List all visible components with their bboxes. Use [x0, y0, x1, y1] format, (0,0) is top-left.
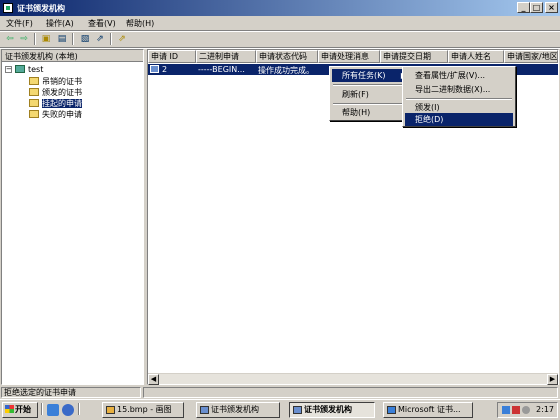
status-bar: 拒绝选定的证书申请 [0, 386, 560, 399]
menu-separator [406, 98, 512, 100]
outlook-express-icon[interactable] [62, 404, 74, 416]
close-button[interactable]: × [545, 2, 558, 13]
scroll-right-icon[interactable]: ▶ [547, 374, 558, 385]
menu-file[interactable]: 文件(F) [6, 18, 33, 29]
task-label: 证书颁发机构 [211, 405, 259, 414]
ca-icon [200, 406, 209, 414]
tree-node-issued[interactable]: 颁发的证书 [29, 87, 82, 97]
tree-node-pending[interactable]: 挂起的申请 [29, 98, 82, 108]
request-icon [150, 65, 159, 73]
tree-node-revoked[interactable]: 吊销的证书 [29, 76, 82, 86]
taskbar-separator [41, 403, 43, 415]
menu-separator [333, 84, 410, 86]
menu-view[interactable]: 查看(V) [88, 18, 116, 29]
tree-node-label: 挂起的申请 [42, 99, 82, 108]
taskbar-separator [78, 403, 80, 415]
network-icon[interactable] [502, 406, 510, 414]
menu-action[interactable]: 操作(A) [46, 18, 74, 29]
column-header-row: 申请 ID 二进制申请 申请状态代码 申请处理消息 申请提交日期 申请人姓名 申… [148, 50, 558, 63]
cell-binary: -----BEGIN... [198, 65, 245, 74]
properties-icon[interactable]: ▧ [79, 33, 91, 45]
window-title: 证书颁发机构 [17, 4, 65, 13]
folder-icon [29, 77, 39, 85]
folder-icon [29, 88, 39, 96]
clock: 2:17 [536, 405, 554, 414]
horizontal-scrollbar[interactable]: ◀ ▶ [148, 373, 558, 385]
taskbar: 开始 15.bmp - 画图 证书颁发机构 证书颁发机构 Microsoft 证… [0, 399, 560, 420]
start-label: 开始 [15, 405, 31, 414]
column-binary-request[interactable]: 二进制申请 [196, 50, 256, 63]
menu-item-help[interactable]: 帮助(H) [332, 106, 411, 119]
export-list-icon[interactable]: ⇗ [116, 33, 128, 45]
scroll-left-icon[interactable]: ◀ [148, 374, 159, 385]
tree-node-label: 吊销的证书 [42, 77, 82, 86]
menu-separator [333, 103, 410, 105]
ca-icon [15, 65, 25, 73]
toolbar-separator [110, 33, 112, 45]
taskbar-ca-1[interactable]: 证书颁发机构 [196, 402, 280, 418]
menu-item-refresh[interactable]: 刷新(F) [332, 88, 411, 101]
column-request-id[interactable]: 申请 ID [148, 50, 196, 63]
status-pane [143, 387, 558, 398]
taskbar-paint[interactable]: 15.bmp - 画图 [102, 402, 184, 418]
system-tray: 2:17 [497, 402, 558, 418]
toolbar-separator [34, 33, 36, 45]
app-icon[interactable] [3, 3, 13, 13]
menu-item-all-tasks[interactable]: 所有任务(K) ▶ [332, 69, 411, 82]
folder-icon [29, 99, 39, 107]
taskbar-ms-certs[interactable]: Microsoft 证书... [383, 402, 473, 418]
collapse-icon[interactable]: − [5, 66, 12, 73]
menu-help[interactable]: 帮助(H) [126, 18, 154, 29]
help-icon[interactable]: ⇗ [94, 33, 106, 45]
ca-icon [293, 406, 302, 414]
forward-icon[interactable]: ⇨ [18, 33, 30, 45]
maximize-button[interactable]: □ [530, 2, 543, 13]
tree-header: 证书颁发机构 (本地) [2, 50, 143, 62]
back-icon[interactable]: ⇦ [4, 33, 16, 45]
all-tasks-submenu: 查看属性/扩展(V)... 导出二进制数据(X)... 颁发(I) 拒绝(D) [402, 66, 516, 127]
start-button[interactable]: 开始 [2, 402, 38, 418]
security-icon[interactable] [512, 406, 520, 414]
task-label: 证书颁发机构 [304, 405, 352, 414]
up-folder-icon[interactable]: ▣ [40, 33, 52, 45]
status-text: 拒绝选定的证书申请 [1, 387, 141, 398]
menu-item-export-binary[interactable]: 导出二进制数据(X)... [405, 83, 513, 96]
menu-item-view-attributes[interactable]: 查看属性/扩展(V)... [405, 69, 513, 82]
task-label: Microsoft 证书... [398, 405, 461, 414]
tree-node-test[interactable]: test [15, 65, 43, 75]
menu-bar: 文件(F) 操作(A) 查看(V) 帮助(H) [0, 16, 560, 30]
tree-root-label[interactable]: 证书颁发机构 (本地) [5, 51, 78, 62]
browser-icon [387, 406, 396, 414]
column-country[interactable]: 申请国家/地区 [504, 50, 558, 63]
tree-node-label: 颁发的证书 [42, 88, 82, 97]
column-disposition-message[interactable]: 申请处理消息 [318, 50, 380, 63]
title-bar: 证书颁发机构 _ □ × [0, 0, 560, 16]
tree-node-label: test [28, 65, 44, 74]
column-requester-name[interactable]: 申请人姓名 [448, 50, 504, 63]
taskbar-ca-2[interactable]: 证书颁发机构 [289, 402, 375, 418]
tree-pane: 证书颁发机构 (本地) − test 吊销的证书 颁发的证书 挂起的申请 失败的… [1, 49, 144, 385]
column-submission-date[interactable]: 申请提交日期 [380, 50, 448, 63]
minimize-button[interactable]: _ [517, 2, 530, 13]
show-hide-tree-icon[interactable]: ▤ [56, 33, 68, 45]
cell-request-id: 2 [162, 65, 168, 74]
paint-icon [106, 406, 115, 414]
task-label: 15.bmp - 画图 [117, 405, 172, 414]
menu-item-deny[interactable]: 拒绝(D) [405, 113, 513, 126]
toolbar-separator [72, 33, 74, 45]
column-status-code[interactable]: 申请状态代码 [256, 50, 318, 63]
menu-item-label: 所有任务(K) [342, 71, 386, 80]
tree-node-failed[interactable]: 失败的申请 [29, 109, 82, 119]
internet-explorer-icon[interactable] [47, 404, 59, 416]
toolbar: ⇦ ⇨ ▣ ▤ ▧ ⇗ ⇗ [0, 31, 560, 47]
windows-logo-icon [5, 405, 14, 413]
tree-node-label: 失败的申请 [42, 110, 82, 119]
folder-icon [29, 110, 39, 118]
cell-status: 操作成功完成。 [258, 66, 314, 75]
volume-icon[interactable] [522, 406, 530, 414]
